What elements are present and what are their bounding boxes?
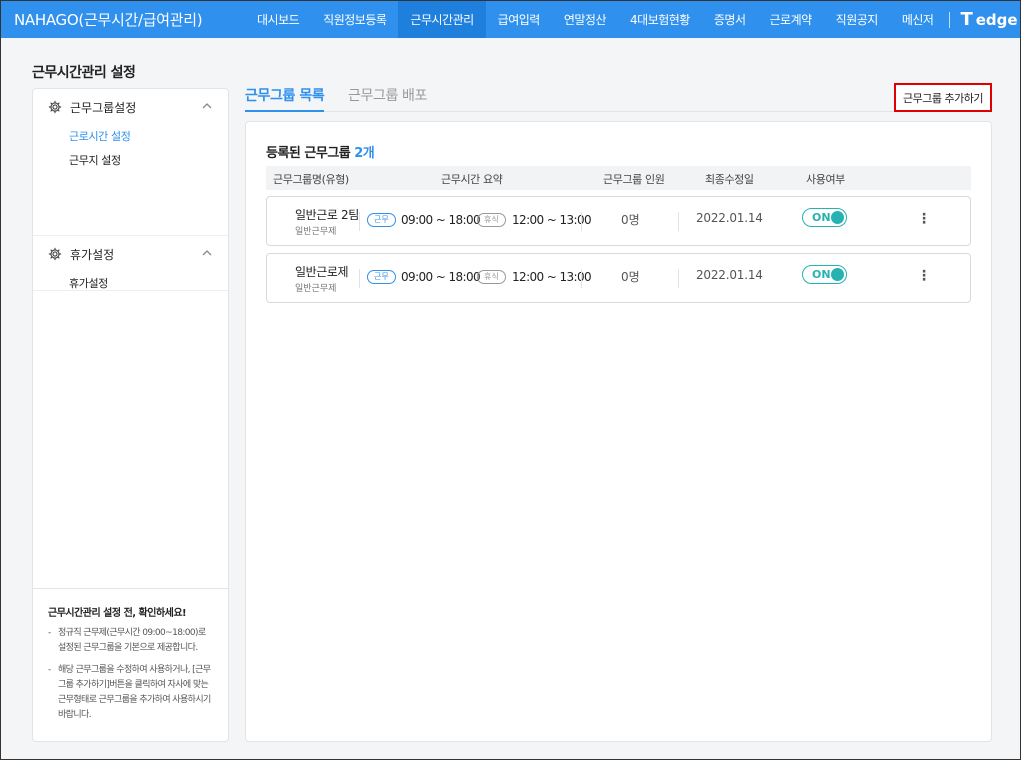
table-row[interactable]: 일반근로 2팀 일반근무제 근무 09:00 ~ 18:00 휴식 12:00 … — [266, 196, 971, 246]
work-tag: 근무 — [367, 270, 396, 284]
group-members: 0명 — [621, 213, 640, 227]
more-vertical-icon[interactable]: ⋮ — [917, 211, 931, 227]
chevron-up-icon[interactable] — [201, 100, 213, 112]
nav-certificate[interactable]: 증명서 — [702, 1, 758, 38]
modified-date: 2022.01.14 — [696, 211, 763, 225]
list-title-text: 등록된 근무그룹 — [266, 146, 351, 161]
group-members: 0명 — [621, 270, 640, 284]
tab-work-group-list[interactable]: 근무그룹 목록 — [245, 85, 325, 112]
sidebar-group-label: 근무그룹설정 — [70, 100, 137, 115]
toggle-knob — [831, 211, 844, 224]
cell-divider — [359, 212, 360, 231]
nav-salary-input[interactable]: 급여입력 — [486, 1, 552, 38]
notice-title: 근무시간관리 설정 전, 확인하세요! — [48, 608, 187, 619]
nav-employee-register[interactable]: 직원정보등록 — [311, 1, 398, 38]
modified-date: 2022.01.14 — [696, 268, 763, 282]
gear-icon — [48, 247, 62, 261]
rest-time: 12:00 ~ 13:00 — [512, 213, 592, 227]
content-tabs: 근무그룹 목록 근무그룹 배포 — [245, 85, 991, 112]
tab-work-group-deploy[interactable]: 근무그룹 배포 — [348, 85, 427, 110]
status-toggle-label: ON — [812, 268, 831, 281]
settings-sidebar: 근무그룹설정 근로시간 설정 근무지 설정 휴가설정 휴가설정 근무시간관리 설… — [32, 88, 229, 742]
group-type: 일반근무제 — [295, 227, 337, 237]
cell-divider — [678, 269, 679, 288]
more-vertical-icon[interactable]: ⋮ — [917, 268, 931, 284]
main-nav: 대시보드 직원정보등록 근무시간관리 급여입력 연말정산 4대보험현황 증명서 … — [245, 1, 945, 38]
toggle-knob — [831, 268, 844, 281]
group-name: 일반근로 2팀 — [295, 208, 359, 222]
nav-divider — [949, 11, 951, 28]
tedge-logo-mark: T — [960, 9, 973, 30]
sidebar-notice: 근무시간관리 설정 전, 확인하세요! 정규직 근무제(근무시간 09:00~1… — [33, 588, 228, 741]
nav-dashboard[interactable]: 대시보드 — [245, 1, 311, 38]
list-count: 2개 — [354, 146, 375, 161]
sidebar-group-vacation: 휴가설정 휴가설정 — [33, 236, 228, 291]
column-header-members: 근무그룹 인원 — [603, 173, 665, 186]
top-navbar: NAHAGO(근무시간/급여관리) 대시보드 직원정보등록 근무시간관리 급여입… — [1, 1, 1020, 38]
cell-divider — [359, 269, 360, 288]
app-title: NAHAGO(근무시간/급여관리) — [14, 11, 203, 29]
table-header: 근무그룹명(유형) 근무시간 요약 근무그룹 인원 최종수정일 사용여부 — [266, 166, 971, 190]
cell-divider — [581, 269, 582, 288]
gear-icon — [48, 100, 62, 114]
tedge-logo[interactable]: T edge — [960, 9, 1017, 30]
column-header-modified: 최종수정일 — [705, 173, 754, 186]
column-header-name: 근무그룹명(유형) — [273, 173, 349, 186]
sidebar-item-workplace[interactable]: 근무지 설정 — [33, 149, 228, 173]
sidebar-item-work-hours[interactable]: 근로시간 설정 — [33, 125, 228, 149]
work-group-list-card: 등록된 근무그룹 2개 근무그룹명(유형) 근무시간 요약 근무그룹 인원 최종수… — [245, 121, 992, 742]
nav-insurance[interactable]: 4대보험현황 — [618, 1, 702, 38]
cell-divider — [581, 212, 582, 231]
group-type: 일반근무제 — [295, 284, 337, 294]
nav-work-time[interactable]: 근무시간관리 — [398, 1, 486, 38]
list-title: 등록된 근무그룹 2개 — [266, 142, 375, 161]
sidebar-group-label: 휴가설정 — [70, 247, 115, 262]
sidebar-group-work-group: 근무그룹설정 근로시간 설정 근무지 설정 — [33, 89, 228, 236]
nav-contract[interactable]: 근로계약 — [757, 1, 823, 38]
work-tag: 근무 — [367, 213, 396, 227]
chevron-up-icon[interactable] — [201, 247, 213, 259]
nav-notice[interactable]: 직원공지 — [824, 1, 890, 38]
work-time: 09:00 ~ 18:00 — [401, 270, 481, 284]
notice-item: 해당 근무그룹을 수정하여 사용하거나, [근무그룹 추가하기]버튼을 클릭하여… — [48, 663, 214, 723]
nav-messenger[interactable]: 메신저 — [890, 1, 946, 38]
page-title: 근무시간관리 설정 — [32, 65, 136, 81]
notice-item: 정규직 근무제(근무시간 09:00~18:00)로 설정된 근무그룹을 기본으… — [48, 626, 214, 656]
column-header-status: 사용여부 — [806, 173, 845, 186]
status-toggle-label: ON — [812, 211, 831, 224]
tedge-logo-text: edge — [975, 10, 1018, 29]
rest-time: 12:00 ~ 13:00 — [512, 270, 592, 284]
work-time: 09:00 ~ 18:00 — [401, 213, 481, 227]
sidebar-item-vacation[interactable]: 휴가설정 — [33, 272, 228, 296]
sidebar-group-header-vacation[interactable]: 휴가설정 — [33, 236, 228, 272]
status-toggle[interactable]: ON — [802, 208, 847, 227]
table-row[interactable]: 일반근로제 일반근무제 근무 09:00 ~ 18:00 휴식 12:00 ~ … — [266, 253, 971, 303]
group-name: 일반근로제 — [295, 265, 349, 279]
column-header-time-summary: 근무시간 요약 — [441, 173, 503, 186]
rest-tag: 휴식 — [477, 213, 506, 227]
add-work-group-button[interactable]: 근무그룹 추가하기 — [894, 83, 992, 112]
nav-year-end[interactable]: 연말정산 — [552, 1, 618, 38]
rest-tag: 휴식 — [477, 270, 506, 284]
sidebar-group-header-work-group[interactable]: 근무그룹설정 — [33, 89, 228, 125]
status-toggle[interactable]: ON — [802, 265, 847, 284]
cell-divider — [678, 212, 679, 231]
